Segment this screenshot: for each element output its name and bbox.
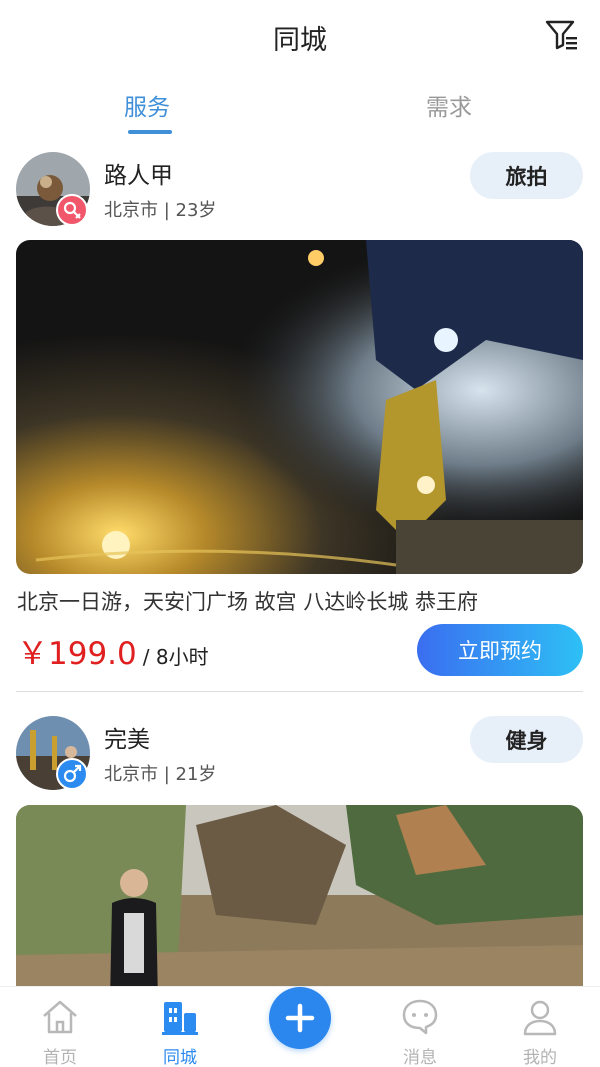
nav-profile[interactable]: 我的 — [480, 987, 600, 1067]
building-icon — [162, 1002, 198, 1035]
category-tag[interactable]: 旅拍 — [470, 152, 583, 199]
service-description: 北京一日游，天安门广场 故宫 八达岭长城 恭王府 — [17, 590, 479, 614]
message-icon — [402, 999, 438, 1035]
user-name[interactable]: 路人甲 — [104, 156, 173, 190]
user-name[interactable]: 完美 — [104, 720, 150, 754]
card-divider — [16, 691, 583, 692]
female-icon — [56, 194, 88, 226]
nav-home[interactable]: 首页 — [0, 987, 120, 1067]
plus-icon — [285, 1003, 315, 1033]
service-card[interactable]: 路人甲 北京市 | 23岁 旅拍 北京一日游，天安门广场 故宫 八达岭长城 恭王… — [0, 148, 600, 692]
top-bar: 同城 — [0, 0, 600, 72]
male-icon — [56, 758, 88, 790]
bottom-nav: 首页 同城 消息 我的 — [0, 986, 600, 1067]
nav-city[interactable]: 同城 — [120, 987, 240, 1067]
filter-icon[interactable] — [544, 18, 580, 52]
service-card[interactable]: 完美 北京市 | 21岁 健身 — [0, 712, 600, 1002]
home-icon — [43, 1000, 77, 1034]
nav-message[interactable]: 消息 — [360, 987, 480, 1067]
tab-active-indicator — [128, 130, 172, 134]
page-title: 同城 — [273, 25, 327, 56]
user-meta: 北京市 | 21岁 — [104, 764, 217, 785]
profile-icon — [523, 1000, 557, 1036]
tab-bar: 服务 需求 — [0, 80, 600, 140]
category-tag[interactable]: 健身 — [470, 716, 583, 763]
tab-service[interactable]: 服务 — [124, 88, 170, 122]
service-photo[interactable] — [16, 240, 583, 574]
nav-label: 消息 — [403, 1048, 437, 1067]
nav-label: 同城 — [163, 1048, 197, 1067]
nav-label: 首页 — [43, 1048, 77, 1067]
price: ￥199.0 — [17, 636, 137, 672]
book-now-button[interactable]: 立即预约 — [417, 624, 583, 676]
service-photo[interactable] — [16, 805, 583, 1002]
nav-label: 我的 — [523, 1048, 557, 1067]
publish-button[interactable] — [269, 987, 331, 1049]
price-unit: / 8小时 — [142, 645, 209, 669]
user-meta: 北京市 | 23岁 — [104, 200, 217, 221]
price-row: ￥199.0 / 8小时 — [17, 628, 209, 672]
tab-need[interactable]: 需求 — [426, 88, 472, 122]
